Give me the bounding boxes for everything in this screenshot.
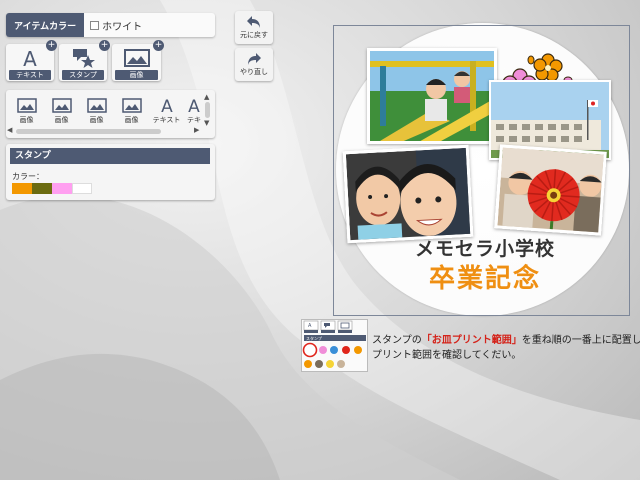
- undo-label: 元に戻す: [240, 31, 268, 39]
- undo-icon: [246, 11, 262, 29]
- image-icon: [86, 95, 107, 115]
- redo-button[interactable]: やり直し: [235, 48, 273, 81]
- plus-icon: +: [99, 40, 110, 51]
- image-icon: [51, 95, 72, 115]
- redo-label: やり直し: [240, 68, 268, 76]
- tip-thumbnail: A スタンプ: [301, 319, 368, 372]
- item-color-bar: アイテムカラー ホワイト: [6, 13, 215, 37]
- stamp-color-label: カラー：: [12, 172, 44, 181]
- item-label: テキ: [187, 116, 201, 124]
- svg-text:A: A: [308, 323, 312, 329]
- item-color-checkbox[interactable]: [90, 20, 100, 30]
- item-image-3[interactable]: 画像: [81, 95, 112, 125]
- item-image-4[interactable]: 画像: [116, 95, 147, 125]
- color-swatch-white[interactable]: [72, 183, 92, 194]
- add-stamp-button[interactable]: スタンプ +: [59, 40, 110, 81]
- scroll-up-icon[interactable]: ▲: [204, 93, 209, 101]
- plus-icon: +: [153, 40, 164, 51]
- scroll-right-icon[interactable]: ▶: [194, 126, 199, 134]
- item-text-2[interactable]: A テキ: [186, 95, 202, 125]
- color-swatch-orange[interactable]: [12, 183, 32, 194]
- stamp-panel-title: スタンプ: [10, 148, 210, 164]
- tip-pre: スタンプの: [372, 335, 422, 346]
- text-add-icon: A: [19, 47, 41, 69]
- plus-icon: +: [46, 40, 57, 51]
- svg-text:スタンプ: スタンプ: [306, 335, 322, 341]
- item-color-label: アイテムカラー: [6, 13, 85, 37]
- add-image-label: 画像: [115, 70, 158, 80]
- print-area-frame: [333, 25, 630, 316]
- redo-icon: [246, 48, 262, 66]
- add-text-button[interactable]: A テキスト +: [6, 40, 57, 81]
- text-icon: A: [186, 95, 202, 115]
- tip-text: スタンプの「お皿プリント範囲」を重ね順の一番上に配置し プリント範囲を確認してく…: [372, 333, 640, 363]
- item-color-value[interactable]: ホワイト: [102, 18, 142, 33]
- item-list-vertical-scrollbar[interactable]: ▲ ▼: [203, 93, 212, 127]
- item-label: 画像: [89, 116, 104, 124]
- scroll-left-icon[interactable]: ◀: [7, 126, 12, 134]
- color-swatch-pink[interactable]: [52, 183, 72, 194]
- text-icon: A: [159, 95, 175, 115]
- add-image-button[interactable]: 画像 +: [112, 40, 164, 81]
- item-label: テキスト: [152, 116, 181, 124]
- tip-line-2: プリント範囲を確認してくだい。: [372, 350, 522, 361]
- image-icon: [16, 95, 37, 115]
- tip-thumbnail-graphic: A スタンプ: [302, 320, 366, 368]
- svg-text:A: A: [23, 47, 37, 69]
- svg-text:A: A: [188, 97, 200, 114]
- tip-line-1: スタンプの「お皿プリント範囲」を重ね順の一番上に配置し: [372, 333, 640, 348]
- item-image-1[interactable]: 画像: [11, 95, 42, 125]
- svg-text:A: A: [161, 97, 173, 114]
- item-label: 画像: [124, 116, 139, 124]
- scroll-down-icon[interactable]: ▼: [204, 119, 209, 127]
- add-text-label: テキスト: [9, 70, 51, 80]
- item-label: 画像: [54, 116, 69, 124]
- image-icon: [121, 95, 142, 115]
- item-list-horizontal-scrollbar[interactable]: ◀ ▶: [6, 126, 202, 136]
- tip-highlight: 「お皿プリント範囲」: [421, 335, 522, 346]
- color-swatch-olive[interactable]: [32, 183, 52, 194]
- image-add-icon: [123, 47, 150, 69]
- item-text-1[interactable]: A テキスト: [151, 95, 182, 125]
- tip-post: を重ね順の一番上に配置し: [521, 335, 640, 346]
- item-label: 画像: [19, 116, 34, 124]
- item-image-2[interactable]: 画像: [46, 95, 77, 125]
- stamp-color-swatches: [12, 183, 92, 194]
- scroll-thumb[interactable]: [16, 129, 161, 134]
- scroll-thumb[interactable]: [205, 102, 210, 118]
- add-stamp-label: スタンプ: [62, 70, 104, 80]
- stamp-add-icon: [71, 47, 95, 69]
- undo-button[interactable]: 元に戻す: [235, 11, 273, 44]
